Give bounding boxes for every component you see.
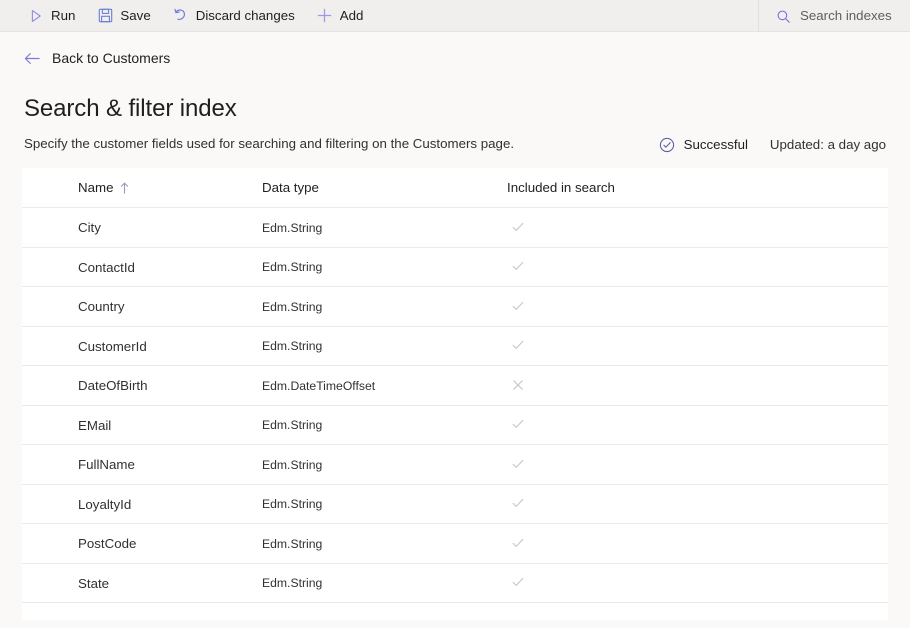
table-header: Name Data type Included in search [22,168,888,208]
check-icon [510,337,526,353]
cell-data-type: Edm.DateTimeOffset [262,366,507,406]
cell-name: DateOfBirth [22,366,262,406]
status-updated-label: Updated: a day ago [770,138,886,151]
save-icon [97,8,113,24]
table-row[interactable]: DateOfBirthEdm.DateTimeOffset [22,366,888,406]
status-badge-label: Successful [684,138,748,151]
run-button[interactable]: Run [18,0,85,32]
check-circle-icon [659,137,675,153]
add-icon [317,8,333,24]
check-icon [510,298,526,314]
run-icon [28,8,44,24]
check-icon [510,495,526,511]
cell-included-in-search[interactable] [507,247,888,287]
column-header-data-type[interactable]: Data type [262,168,507,208]
search-indexes-input[interactable]: Search indexes [775,0,892,32]
search-indexes-container: Search indexes [758,0,910,32]
sort-ascending-icon [120,182,129,194]
discard-changes-button[interactable]: Discard changes [163,0,305,32]
table-row[interactable]: StateEdm.String [22,563,888,603]
cell-name: Country [22,287,262,327]
cell-data-type: Edm.String [262,405,507,445]
check-icon [510,219,526,235]
command-bar: Run Save Discard changes [0,0,910,32]
cell-data-type: Edm.String [262,287,507,327]
table-row[interactable]: ContactIdEdm.String [22,247,888,287]
cell-included-in-search[interactable] [507,326,888,366]
check-icon [510,574,526,590]
index-fields-table-container: Name Data type Included in search C [22,168,888,620]
cell-name: EMail [22,405,262,445]
discard-changes-button-label: Discard changes [196,9,295,22]
cell-included-in-search[interactable] [507,287,888,327]
table-row[interactable]: FullNameEdm.String [22,445,888,485]
cell-data-type: Edm.String [262,484,507,524]
cell-data-type: Edm.String [262,326,507,366]
search-icon [775,8,791,24]
check-icon [510,416,526,432]
table-row[interactable]: CountryEdm.String [22,287,888,327]
cell-name: State [22,563,262,603]
cell-included-in-search[interactable] [507,405,888,445]
search-indexes-placeholder: Search indexes [800,9,892,22]
cell-included-in-search[interactable] [507,524,888,564]
cell-data-type: Edm.String [262,524,507,564]
cross-icon [510,377,526,393]
table-row[interactable]: CustomerIdEdm.String [22,326,888,366]
table-row[interactable]: CityEdm.String [22,208,888,248]
cell-included-in-search[interactable] [507,445,888,485]
table-body: CityEdm.StringContactIdEdm.StringCountry… [22,208,888,603]
back-to-customers-label: Back to Customers [52,51,170,65]
save-button[interactable]: Save [87,0,160,32]
column-header-included-in-search[interactable]: Included in search [507,168,888,208]
check-icon [510,535,526,551]
cell-included-in-search[interactable] [507,484,888,524]
arrow-left-icon [24,50,40,66]
cell-data-type: Edm.String [262,208,507,248]
table-row[interactable]: PostCodeEdm.String [22,524,888,564]
cell-name: LoyaltyId [22,484,262,524]
index-status: Successful Updated: a day ago [659,137,886,153]
cell-name: PostCode [22,524,262,564]
column-header-data-type-label: Data type [262,180,319,195]
cell-data-type: Edm.String [262,247,507,287]
save-button-label: Save [120,9,150,22]
table-row[interactable]: EMailEdm.String [22,405,888,445]
cell-name: FullName [22,445,262,485]
table-header-row: Name Data type Included in search [22,168,888,208]
run-button-label: Run [51,9,75,22]
column-header-name[interactable]: Name [22,168,262,208]
back-navigation: Back to Customers [0,32,910,82]
cell-included-in-search[interactable] [507,366,888,406]
page-header: Search & filter index Specify the custom… [0,82,910,153]
cell-data-type: Edm.String [262,445,507,485]
command-bar-actions: Run Save Discard changes [0,0,373,31]
add-button[interactable]: Add [307,0,374,32]
column-header-name-label: Name [78,180,113,195]
cell-data-type: Edm.String [262,563,507,603]
add-button-label: Add [340,9,364,22]
check-icon [510,258,526,274]
discard-changes-icon [173,8,189,24]
table-row[interactable]: LoyaltyIdEdm.String [22,484,888,524]
check-icon [510,456,526,472]
page-title: Search & filter index [24,94,886,124]
cell-name: CustomerId [22,326,262,366]
cell-name: City [22,208,262,248]
column-header-included-in-search-label: Included in search [507,180,615,195]
status-badge: Successful [659,137,748,153]
back-to-customers-link[interactable]: Back to Customers [24,50,170,66]
index-fields-table: Name Data type Included in search C [22,168,888,604]
cell-included-in-search[interactable] [507,563,888,603]
cell-name: ContactId [22,247,262,287]
cell-included-in-search[interactable] [507,208,888,248]
